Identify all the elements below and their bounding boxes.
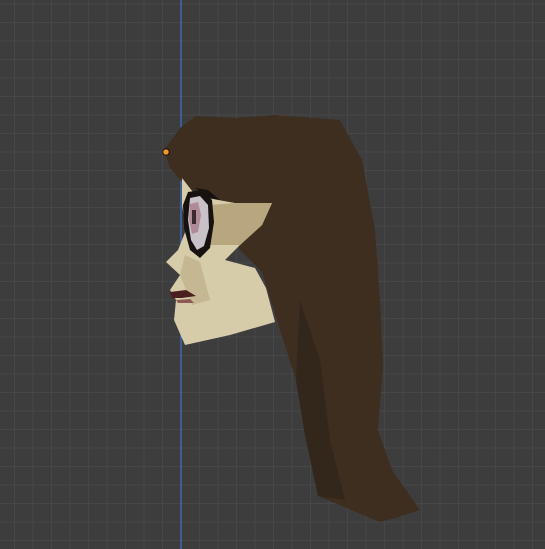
- 3d-viewport[interactable]: [0, 0, 545, 549]
- eye-pupil: [192, 210, 196, 224]
- origin-point[interactable]: [162, 148, 170, 156]
- viewport-canvas[interactable]: [0, 0, 545, 549]
